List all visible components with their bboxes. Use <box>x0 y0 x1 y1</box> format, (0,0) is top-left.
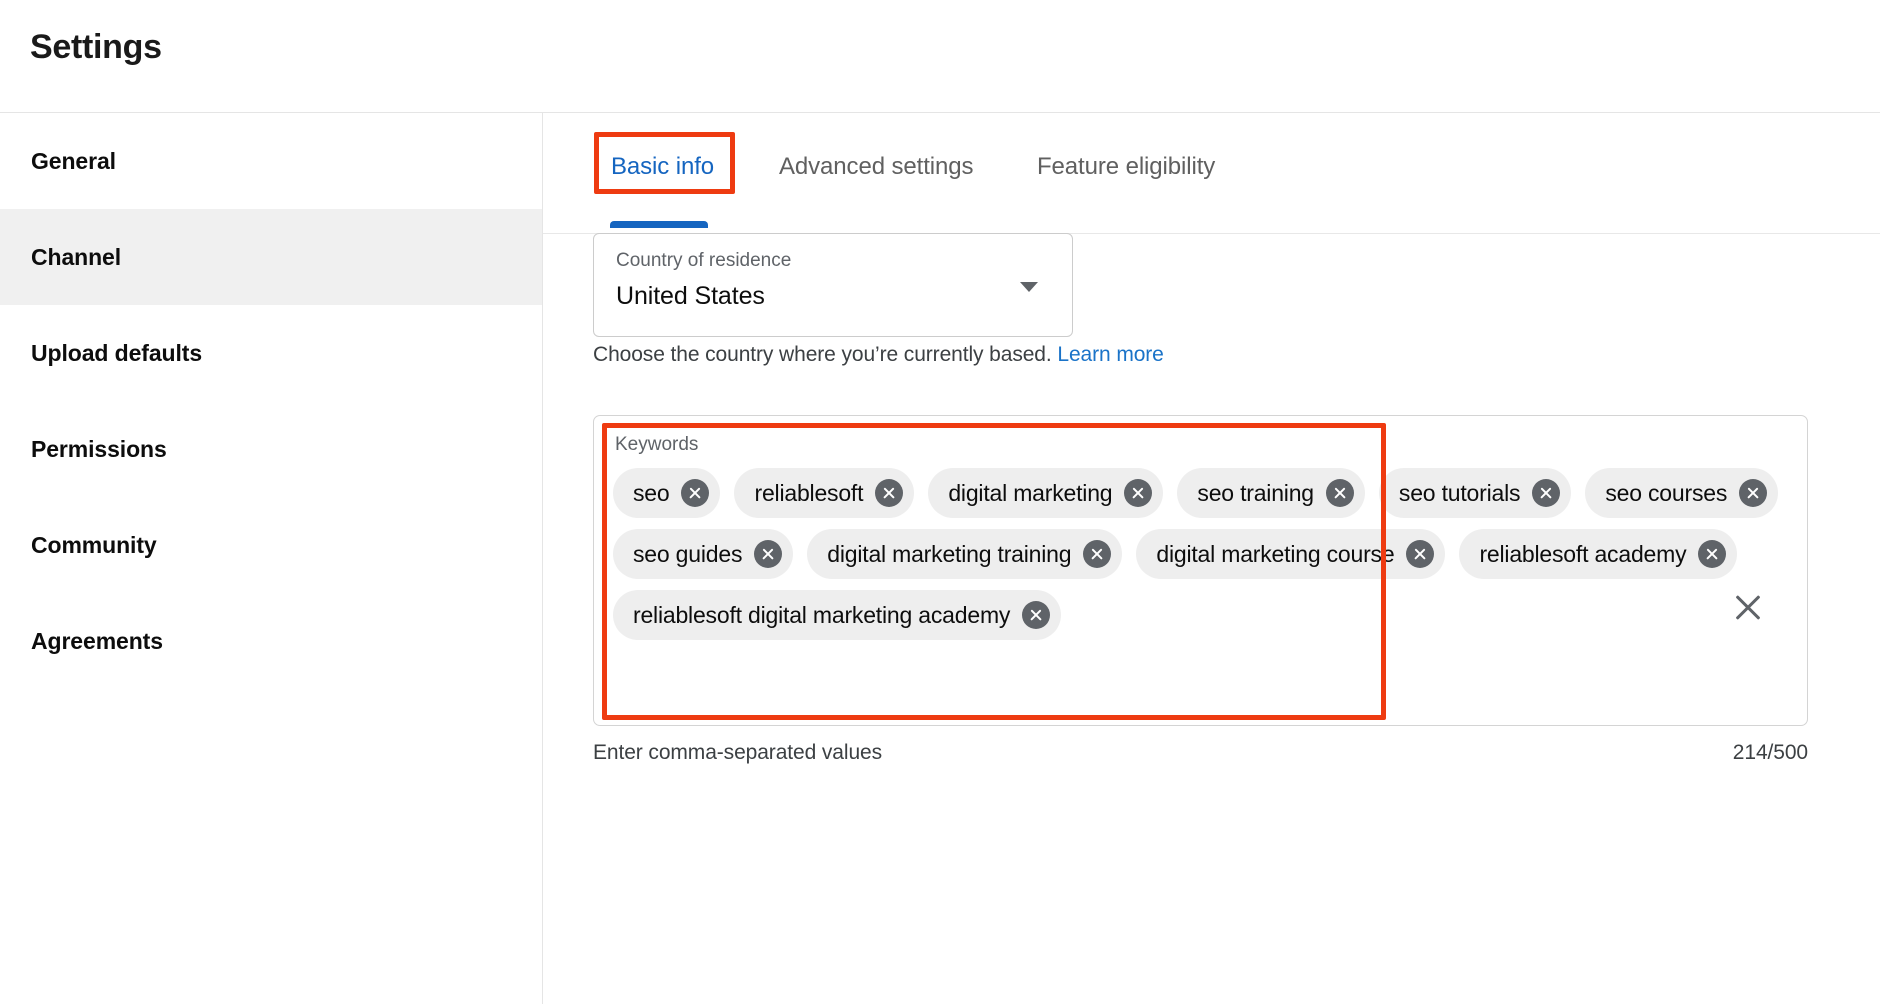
sidebar-item-channel[interactable]: Channel <box>0 209 542 305</box>
keyword-chip-label: reliablesoft academy <box>1479 540 1687 567</box>
keyword-chip-label: digital marketing <box>948 479 1113 506</box>
close-circle-icon[interactable] <box>1325 479 1354 507</box>
clear-all-keywords-icon[interactable] <box>1731 591 1765 625</box>
page-header: Settings <box>0 0 1880 113</box>
keyword-chip-label: seo guides <box>633 540 743 567</box>
sidebar-item-label: General <box>31 147 116 174</box>
keyword-chip[interactable]: seo tutorials <box>1378 468 1572 518</box>
country-field-label: Country of residence <box>616 250 792 271</box>
sidebar-item-permissions[interactable]: Permissions <box>0 401 542 497</box>
settings-page: Settings General Channel Upload defaults Pe… <box>0 0 1880 1004</box>
sidebar-item-label: Upload defaults <box>31 339 203 366</box>
keyword-chip-label: digital marketing course <box>1156 540 1395 567</box>
keyword-chip[interactable]: seo <box>613 468 721 518</box>
keyword-chip[interactable]: seo training <box>1177 468 1365 518</box>
keywords-field-label: Keywords <box>615 434 699 455</box>
keyword-chip-label: seo <box>633 479 670 506</box>
keywords-field[interactable]: Keywords seo reliablesoft digital marketin… <box>593 415 1808 726</box>
close-circle-icon[interactable] <box>875 479 904 507</box>
keyword-chip[interactable]: seo guides <box>613 529 794 579</box>
settings-main-panel: Basic info Advanced settings Feature eli… <box>543 113 1880 1004</box>
keywords-character-counter: 214/500 <box>1732 741 1808 764</box>
country-field-value: United States <box>616 282 765 310</box>
keyword-chip[interactable]: digital marketing training <box>807 529 1123 579</box>
sidebar-item-label: Community <box>31 531 157 558</box>
keyword-chip[interactable]: reliablesoft academy <box>1459 529 1738 579</box>
learn-more-link[interactable]: Learn more <box>1057 343 1163 366</box>
close-circle-icon[interactable] <box>1022 601 1051 629</box>
sidebar-item-upload-defaults[interactable]: Upload defaults <box>0 305 542 401</box>
settings-tabbar: Basic info Advanced settings Feature eli… <box>543 113 1880 234</box>
keyword-chip-label: digital marketing training <box>827 540 1072 567</box>
settings-sidebar: General Channel Upload defaults Permissions… <box>0 113 543 1004</box>
close-circle-icon[interactable] <box>1124 479 1153 507</box>
country-helper-text: Choose the country where you’re currentl… <box>593 343 1164 367</box>
page-title: Settings <box>30 28 162 66</box>
country-helper-sentence: Choose the country where you’re currentl… <box>593 343 1052 366</box>
keyword-chip-label: reliablesoft digital marketing academy <box>633 601 1011 628</box>
keyword-chip[interactable]: digital marketing course <box>1136 529 1446 579</box>
keyword-chip-label: reliablesoft <box>754 479 864 506</box>
close-circle-icon[interactable] <box>681 479 710 507</box>
tab-advanced-settings[interactable]: Advanced settings <box>779 153 974 181</box>
tab-basic-info[interactable]: Basic info <box>611 153 714 181</box>
sidebar-item-label: Channel <box>31 243 122 270</box>
keyword-chip[interactable]: seo courses <box>1585 468 1779 518</box>
keyword-chip[interactable]: reliablesoft <box>734 468 915 518</box>
keywords-chip-list: seo reliablesoft digital marketing seo trai… <box>613 468 1783 640</box>
close-circle-icon[interactable] <box>1532 479 1561 507</box>
sidebar-item-general[interactable]: General <box>0 113 542 209</box>
close-circle-icon[interactable] <box>1739 479 1768 507</box>
keyword-chip-label: seo training <box>1197 479 1314 506</box>
sidebar-item-community[interactable]: Community <box>0 497 542 593</box>
keywords-hint-text: Enter comma-separated values <box>593 741 883 764</box>
sidebar-item-agreements[interactable]: Agreements <box>0 593 542 689</box>
keyword-chip[interactable]: reliablesoft digital marketing academy <box>613 590 1062 640</box>
country-of-residence-select[interactable]: Country of residence United States <box>593 233 1073 337</box>
close-circle-icon[interactable] <box>754 540 783 568</box>
active-tab-indicator <box>610 221 708 228</box>
close-circle-icon[interactable] <box>1406 540 1435 568</box>
keywords-footer: Enter comma-separated values 214/500 <box>593 741 1808 765</box>
keyword-chip-label: seo courses <box>1605 479 1728 506</box>
close-circle-icon[interactable] <box>1698 540 1727 568</box>
sidebar-item-label: Permissions <box>31 435 167 462</box>
keyword-chip[interactable]: digital marketing <box>928 468 1164 518</box>
keyword-chip-label: seo tutorials <box>1398 479 1521 506</box>
close-circle-icon[interactable] <box>1083 540 1112 568</box>
tab-feature-eligibility[interactable]: Feature eligibility <box>1037 153 1215 181</box>
sidebar-item-label: Agreements <box>31 627 163 654</box>
chevron-down-icon[interactable] <box>1020 282 1038 292</box>
